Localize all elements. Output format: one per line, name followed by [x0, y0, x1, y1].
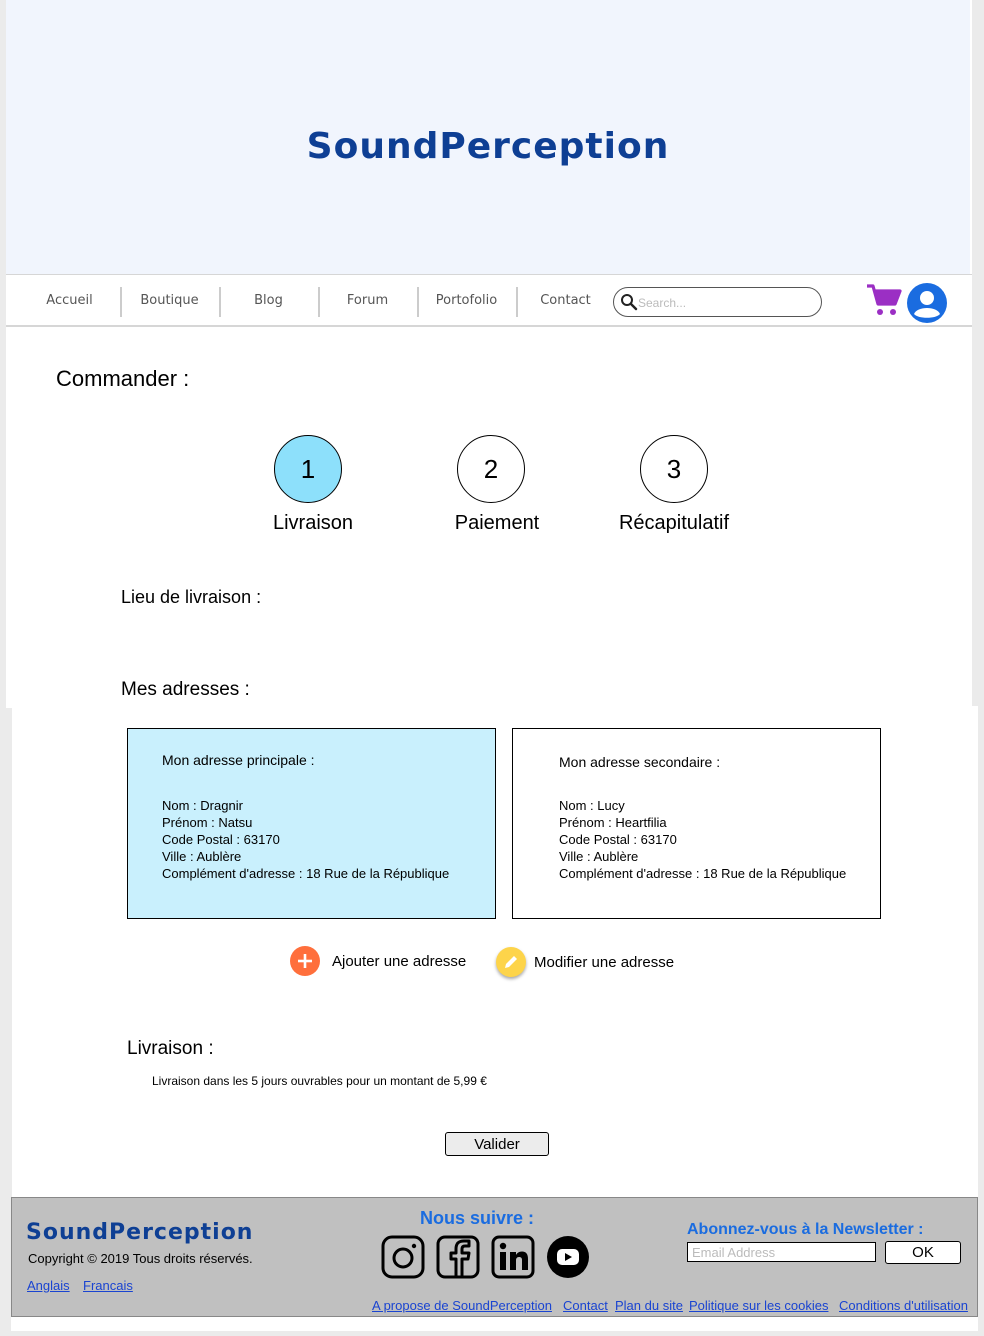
- edit-address-label: Modifier une adresse: [534, 953, 675, 971]
- address-code-postal: Code Postal : 63170: [559, 832, 677, 847]
- linkedin-icon[interactable]: [491, 1235, 535, 1279]
- nav-item-forum[interactable]: Forum: [318, 275, 417, 326]
- address-nom: Nom : Lucy: [559, 798, 625, 813]
- step-1-label: Livraison: [272, 512, 354, 534]
- footer-link-about[interactable]: A propose de SoundPerception: [372, 1298, 552, 1313]
- language-link-french[interactable]: Francais: [83, 1278, 133, 1293]
- footer-link-sitemap[interactable]: Plan du site: [615, 1298, 683, 1313]
- nav-item-portofolio[interactable]: Portofolio: [417, 275, 516, 326]
- footer-link-terms[interactable]: Conditions d'utilisation: [839, 1298, 968, 1313]
- copyright-text: Copyright © 2019 Tous droits réservés.: [28, 1251, 253, 1266]
- address-details: Nom : Lucy Prénom : Heartfilia Code Post…: [559, 797, 846, 882]
- site-header: SoundPerception: [6, 0, 970, 274]
- youtube-icon[interactable]: [546, 1235, 590, 1279]
- address-prenom: Prénom : Heartfilia: [559, 815, 667, 830]
- account-icon[interactable]: [907, 283, 947, 323]
- address-card-title: Mon adresse secondaire :: [559, 754, 721, 770]
- delivery-heading: Livraison :: [127, 1038, 214, 1059]
- newsletter-ok-button[interactable]: OK: [885, 1241, 961, 1264]
- address-ville: Ville : Aublère: [559, 849, 639, 864]
- add-address-button[interactable]: Ajouter une adresse: [290, 943, 466, 979]
- plus-icon: [290, 946, 320, 976]
- add-address-label: Ajouter une adresse: [332, 952, 467, 970]
- delivery-info: Livraison dans les 5 jours ouvrables pou…: [152, 1074, 487, 1088]
- step-3-label: Récapitulatif: [618, 512, 730, 534]
- bottom-strip: [11, 1317, 978, 1331]
- address-complement: Complément d'adresse : 18 Rue de la Répu…: [162, 866, 450, 881]
- address-details: Nom : Dragnir Prénom : Natsu Code Postal…: [162, 797, 449, 882]
- address-prenom: Prénom : Natsu: [162, 815, 253, 830]
- delivery-place-heading: Lieu de livraison :: [121, 587, 262, 607]
- newsletter-email-input[interactable]: [687, 1242, 876, 1262]
- step-3-circle[interactable]: 3: [640, 435, 708, 503]
- footer-link-cookies[interactable]: Politique sur les cookies: [689, 1298, 828, 1313]
- follow-heading: Nous suivre :: [420, 1208, 535, 1228]
- main-nav: Accueil Boutique Blog Forum Portofolio C…: [6, 274, 972, 327]
- search-input[interactable]: [638, 294, 813, 312]
- cart-icon[interactable]: [866, 283, 902, 317]
- address-card-title: Mon adresse principale :: [162, 752, 315, 768]
- nav-item-blog[interactable]: Blog: [219, 275, 318, 326]
- language-link-english[interactable]: Anglais: [27, 1278, 70, 1293]
- search-icon[interactable]: [620, 293, 638, 311]
- facebook-icon[interactable]: [436, 1235, 480, 1279]
- nav-item-boutique[interactable]: Boutique: [120, 275, 219, 326]
- footer-brand[interactable]: SoundPerception: [26, 1220, 253, 1245]
- submit-button[interactable]: Valider: [445, 1132, 549, 1156]
- address-code-postal: Code Postal : 63170: [162, 832, 280, 847]
- edit-address-button[interactable]: Modifier une adresse: [496, 944, 674, 980]
- pencil-icon: [496, 947, 526, 977]
- step-2-circle[interactable]: 2: [457, 435, 525, 503]
- instagram-icon[interactable]: [381, 1235, 425, 1279]
- brand-title[interactable]: SoundPerception: [6, 126, 970, 167]
- site-footer: SoundPerception Copyright © 2019 Tous dr…: [11, 1197, 978, 1317]
- address-nom: Nom : Dragnir: [162, 798, 243, 813]
- address-ville: Ville : Aublère: [162, 849, 242, 864]
- step-1-circle[interactable]: 1: [274, 435, 342, 503]
- newsletter-heading: Abonnez-vous à la Newsletter :: [687, 1221, 924, 1238]
- addresses-heading: Mes adresses :: [121, 679, 250, 700]
- step-2-label: Paiement: [454, 512, 540, 534]
- address-card-primary[interactable]: Mon adresse principale : Nom : Dragnir P…: [127, 728, 496, 919]
- search-box[interactable]: [613, 287, 822, 317]
- footer-link-contact[interactable]: Contact: [563, 1298, 608, 1313]
- page-title: Commander :: [56, 366, 190, 391]
- nav-item-contact[interactable]: Contact: [516, 275, 615, 326]
- address-card-secondary[interactable]: Mon adresse secondaire : Nom : Lucy Prén…: [512, 728, 881, 919]
- address-complement: Complément d'adresse : 18 Rue de la Répu…: [559, 866, 847, 881]
- nav-item-accueil[interactable]: Accueil: [20, 275, 119, 326]
